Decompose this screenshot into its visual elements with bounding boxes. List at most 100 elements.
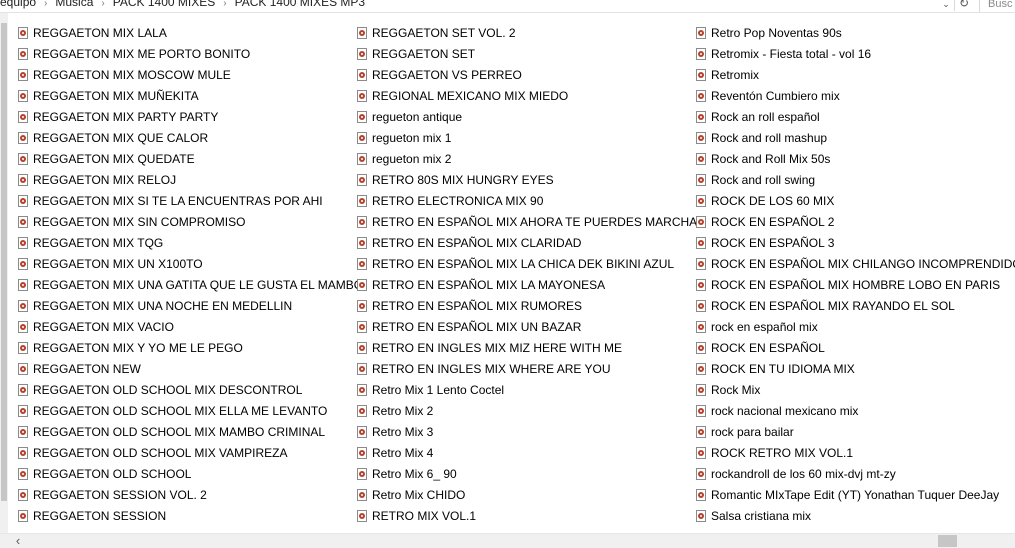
audio-file-icon	[357, 27, 367, 39]
file-name: RETRO EN ESPAÑOL MIX LA CHICA DEK BIKINI…	[372, 257, 675, 271]
audio-file-icon	[696, 342, 706, 354]
vertical-scrollbar[interactable]	[0, 13, 8, 533]
chevron-down-icon[interactable]: ⌄	[938, 0, 954, 11]
file-name: REGGAETON VS PERREO	[372, 68, 522, 82]
audio-file-icon	[357, 48, 367, 60]
breadcrumb-item-musica[interactable]: Música	[55, 0, 93, 10]
audio-file-icon	[696, 174, 706, 186]
file-name: Salsa cristiana mix	[711, 509, 812, 523]
audio-file-icon	[357, 321, 367, 333]
audio-file-icon	[357, 426, 367, 438]
file-name: Reventón Cumbiero mix	[711, 89, 840, 103]
file-name: REGGAETON MIX MUÑEKITA	[33, 89, 199, 103]
file-name: REGGAETON OLD SCHOOL MIX VAMPIREZA	[33, 446, 288, 460]
file-name: REGGAETON SESSION	[33, 509, 167, 523]
file-name: REGGAETON OLD SCHOOL MIX MAMBO CRIMINAL	[33, 425, 326, 439]
file-name: REGGAETON MIX PARTY PARTY	[33, 110, 219, 124]
audio-file-icon	[18, 279, 28, 291]
file-name: ROCK EN ESPAÑOL MIX HOMBRE LOBO EN PARIS	[711, 278, 1001, 292]
address-bar[interactable]: equipo › Música › PACK 1400 MIXES › PACK 1400 …	[0, 0, 1015, 13]
file-name: REGGAETON MIX VACIO	[33, 320, 174, 334]
file-name: ROCK EN TU IDIOMA MIX	[711, 362, 855, 376]
file-name: Rock and roll swing	[711, 173, 816, 187]
audio-file-icon	[357, 153, 367, 165]
chevron-right-icon[interactable]: ›	[44, 0, 47, 12]
audio-file-icon	[18, 48, 28, 60]
audio-file-icon	[696, 132, 706, 144]
audio-file-icon	[696, 279, 706, 291]
audio-file-icon	[696, 90, 706, 102]
file-name: RETRO EN ESPAÑOL MIX CLARIDAD	[372, 236, 582, 250]
audio-file-icon	[357, 300, 367, 312]
audio-file-icon	[357, 447, 367, 459]
audio-file-icon	[696, 363, 706, 375]
chevron-left-icon[interactable]: ‹	[12, 534, 24, 548]
file-name: REGIONAL MEXICANO MIX MIEDO	[372, 89, 569, 103]
file-name: Retro Mix 1 Lento Coctel	[372, 383, 505, 397]
breadcrumb-item-equipo[interactable]: equipo	[0, 0, 36, 10]
file-name: RETRO EN INGLES MIX WHERE ARE YOU	[372, 362, 611, 376]
audio-file-icon	[696, 111, 706, 123]
file-name: REGGAETON OLD SCHOOL MIX ELLA ME LEVANTO	[33, 404, 328, 418]
breadcrumb-item-pack-mp3[interactable]: PACK 1400 MIXES MP3	[235, 0, 366, 10]
audio-file-icon	[357, 405, 367, 417]
chevron-right-icon[interactable]: ›	[223, 0, 226, 12]
file-name: RETRO ELECTRONICA MIX 90	[372, 194, 544, 208]
audio-file-icon	[18, 69, 28, 81]
vertical-scrollbar-thumb[interactable]	[1, 23, 7, 501]
file-name: Retro Mix 6_ 90	[372, 467, 457, 481]
audio-file-icon	[357, 69, 367, 81]
audio-file-icon	[357, 174, 367, 186]
audio-file-icon	[357, 258, 367, 270]
horizontal-scrollbar-thumb[interactable]	[938, 535, 957, 547]
refresh-icon[interactable]: ↻	[954, 0, 973, 11]
file-name: REGGAETON MIX ME PORTO BONITO	[33, 47, 251, 61]
audio-file-icon	[18, 132, 28, 144]
horizontal-scrollbar[interactable]: ‹	[0, 533, 1015, 548]
file-name: REGGAETON SESSION VOL. 2	[33, 488, 207, 502]
file-name: ROCK DE LOS 60 MIX	[711, 194, 835, 208]
audio-file-icon	[18, 90, 28, 102]
file-name: ROCK RETRO MIX VOL.1	[711, 446, 854, 460]
file-name: REGGAETON MIX SIN COMPROMISO	[33, 215, 246, 229]
audio-file-icon	[18, 321, 28, 333]
file-name: REGGAETON MIX UNA NOCHE EN MEDELLIN	[33, 299, 293, 313]
file-name: Retro Mix 3	[372, 425, 434, 439]
search-input[interactable]	[980, 0, 1015, 10]
audio-file-icon	[18, 510, 28, 522]
file-name: ROCK EN ESPAÑOL MIX CHILANGO INCOMPRENDI…	[711, 257, 1015, 271]
search-box[interactable]	[979, 0, 1015, 12]
audio-file-icon	[18, 27, 28, 39]
file-name: regueton antique	[372, 110, 463, 124]
audio-file-icon	[357, 132, 367, 144]
file-name: Rock an roll español	[711, 110, 820, 124]
file-name: REGGAETON OLD SCHOOL MIX DESCONTROL	[33, 383, 303, 397]
file-name: REGGAETON MIX RELOJ	[33, 173, 177, 187]
audio-file-icon	[696, 216, 706, 228]
file-name: ROCK EN ESPAÑOL	[711, 341, 825, 355]
audio-file-icon	[18, 216, 28, 228]
audio-file-icon	[696, 69, 706, 81]
file-name: REGGAETON OLD SCHOOL	[33, 467, 192, 481]
breadcrumb-item-pack[interactable]: PACK 1400 MIXES	[113, 0, 216, 10]
audio-file-icon	[696, 321, 706, 333]
file-name: rock nacional mexicano mix	[711, 404, 859, 418]
file-name: regueton mix 2	[372, 152, 452, 166]
audio-file-icon	[18, 447, 28, 459]
file-name: Retro Mix 4	[372, 446, 434, 460]
audio-file-icon	[18, 468, 28, 480]
audio-file-icon	[357, 384, 367, 396]
audio-file-icon	[357, 111, 367, 123]
audio-file-icon	[696, 510, 706, 522]
file-name: rock para bailar	[711, 425, 794, 439]
file-name: Retro Pop Noventas 90s	[711, 26, 842, 40]
file-name: Retro Mix CHIDO	[372, 488, 466, 502]
audio-file-icon	[357, 342, 367, 354]
file-name: REGGAETON MIX TQG	[33, 236, 164, 250]
file-name: REGGAETON MIX SI TE LA ENCUENTRAS POR AH…	[33, 194, 323, 208]
audio-file-icon	[696, 27, 706, 39]
file-name: RETRO 80S MIX HUNGRY EYES	[372, 173, 554, 187]
chevron-right-icon[interactable]: ›	[101, 0, 104, 12]
file-name: Romantic MIxTape Edit (YT) Yonathan Tuqu…	[711, 488, 1000, 502]
audio-file-icon	[696, 426, 706, 438]
